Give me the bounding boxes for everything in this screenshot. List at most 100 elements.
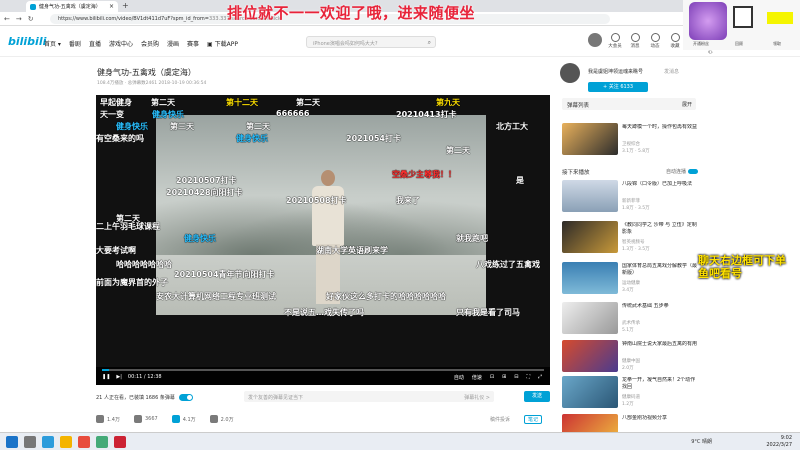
browser-tab[interactable]: 健身气功-五禽戏（虞定海） × [26,1,118,12]
weather-widget[interactable]: 9°C 晴朗 [691,438,712,445]
favorite-button[interactable]: 4.1万 [171,415,196,423]
danmaku-send-bar: 21 人正在看，已装填 1686 条弹幕 发个友善的弹幕见证当下 弹幕礼仪 > … [96,390,550,404]
video-title: 健身气功-五禽戏（虞定海） [97,68,196,77]
time-display: 00:11 / 12:38 [127,374,162,380]
rec-item[interactable]: 每天蹲模一个时，操作包再有效益 卫视综合 3.1万 · 5.8万 [562,123,698,155]
progress-bar[interactable] [102,369,544,371]
user-avatar[interactable] [588,33,602,55]
nav-home[interactable]: 首页 ▾ [44,39,61,48]
close-tab-icon[interactable]: × [109,3,114,10]
fullscreen-icon[interactable]: ⤢ [538,374,542,381]
bilibili-logo[interactable]: bilibili [8,35,46,48]
danmaku-etiquette-link[interactable]: 弹幕礼仪 > [464,394,490,401]
danmaku-comment: 健身快乐 [116,122,148,131]
star-icon [171,415,180,423]
danmaku-toggle[interactable] [178,393,193,401]
speed-button[interactable]: 倍速 [472,374,482,381]
danmaku-comment: 北方工大 [496,122,528,131]
rec-thumbnail [562,340,618,372]
coin-icon [133,415,142,423]
nav-games[interactable]: 游戏中心 [109,39,133,48]
danmaku-comment: 早起健身 [100,98,132,107]
coin-button[interactable]: 3667 [133,415,158,423]
danmaku-comment: 第二天 [246,122,270,131]
next-icon[interactable]: ▶| [116,374,122,380]
like-button[interactable]: 1.4万 [96,415,120,423]
video-player[interactable]: 早起健身 第二天 第十二天 第二天 第九天 天一变 健身快乐 666666 20210413打卡… [96,95,550,385]
tab-title: 健身气功-五禽戏（虞定海） [39,4,101,10]
rec-item[interactable]: 八部金刚功视频分享 [562,414,698,432]
settings-icon[interactable]: ⊞ [502,374,506,381]
danmaku-comment: 20210504青年节向阳打卡 [174,270,275,279]
stream-app-icon[interactable] [114,436,126,448]
rec-item[interactable]: 《教同同学之 沙带 与 立伍》定制影象 智英视频号 1.3万 · 3.5万 [562,221,698,253]
video-meta: 108.4万播放 · 总弹幕数2461 2018-10-19 00:36:54 [97,81,207,86]
search-taskbar-icon[interactable] [24,436,36,448]
new-tab-button[interactable]: + [122,1,129,10]
note-button[interactable]: 笔记 [523,414,542,424]
danmaku-comment: 只有我是看了司马 [456,308,520,317]
favorites-icon[interactable]: 收藏 [668,33,682,55]
danmaku-comment: 第二天 [446,146,470,155]
next-up-row: 接下来播放 自动连播 [562,168,698,176]
nav-manga[interactable]: 漫画 [167,39,179,48]
share-button[interactable]: 2.0万 [209,415,234,423]
danmaku-input[interactable]: 发个友善的弹幕见证当下 弹幕礼仪 > [244,391,494,402]
forward-icon[interactable]: → [16,15,22,23]
rec-item[interactable]: 国家体育总局五禽戏分解教学（最新版） 运动健康 3.4万 [562,262,698,294]
danmaku-comment: 安农大计算机网络工程专业班测试 [156,292,276,301]
danmaku-comment: 有空桑来的吗 [96,134,144,143]
folder-icon[interactable] [60,436,72,448]
danmaku-comment: 健身快乐 [236,134,268,143]
report-link[interactable]: 稿件投诉 [490,416,510,423]
clock[interactable]: 9:02 2022/3/27 [766,435,792,449]
uploader-avatar[interactable] [560,63,580,83]
send-message-link[interactable]: 发消息 [664,68,679,75]
uploader-name[interactable]: 我是虞姐坤领运魂来瞧号 [588,68,643,75]
nav-live[interactable]: 直播 [89,39,101,48]
rec-item[interactable]: 八段锦（口令版）已加上呼吸法 新新菲菲 1.8万 · 3.5万 [562,180,698,212]
nav-anime[interactable]: 番剧 [69,39,81,48]
search-input[interactable]: iPhone演唱会吗如何吗大大? ⌕ [306,36,436,48]
app-icon[interactable] [78,436,90,448]
search-icon[interactable]: ⌕ [428,39,431,47]
dynamic-icon[interactable]: 动态 [648,33,662,55]
autoplay-toggle[interactable]: 自动连播 [666,168,698,175]
edge-icon[interactable] [42,436,54,448]
rec-item[interactable]: 传统武术基础 五步拳 武术传承 5.1万 [562,302,698,334]
rec-thumbnail [562,376,618,408]
rec-item[interactable]: 龙拳一开，凝气自然来！2个动作找回 健康码道 1.2万 [562,376,698,408]
pip-icon[interactable]: ⊟ [514,374,518,381]
reload-icon[interactable]: ↻ [28,15,34,23]
danmaku-comment: 第二天 [296,98,320,107]
stream-corner-widget: 开通粉丝 回顾 领取 [683,0,800,50]
quality-button[interactable]: 自动 [454,374,464,381]
rec-item[interactable]: 钟南山院士说大家最后五禽的有用 健康中国 2.0万 [562,340,698,372]
danmaku-list-header[interactable]: 弹幕列表 展开 [562,98,696,110]
message-icon[interactable]: 消息 [628,33,642,55]
side-sticker: 聊天右边框可下单 鱼吧看号 [698,254,786,280]
danmaku-comment: 健身快乐 [184,234,216,243]
danmaku-comment: 第九天 [436,98,460,107]
danmaku-comment: 不是说五…戏失传了吗 [284,308,364,317]
danmaku-comment: 第三天 [170,122,194,131]
follow-button[interactable]: + 关注 6133 [588,82,648,92]
send-danmaku-button[interactable]: 发送 [524,391,550,402]
subtitle-icon[interactable]: ⊡ [490,374,494,381]
start-icon[interactable] [6,436,18,448]
chrome-icon[interactable] [96,436,108,448]
danmaku-comment: 就我跑吧 [456,234,488,243]
vip-icon[interactable]: 大会员 [608,33,622,55]
expand-icon[interactable]: 展开 [682,101,692,108]
browser-nav: ← → ↻ [4,15,34,23]
danmaku-comment: 2021054打卡 [346,134,401,143]
nav-shop[interactable]: 会员购 [141,39,159,48]
back-icon[interactable]: ← [4,15,10,23]
nav-download-app[interactable]: ▣ 下载APP [207,39,238,48]
rec-thumbnail [562,262,618,294]
nav-esports[interactable]: 赛事 [187,39,199,48]
play-icon[interactable]: ❚❚ [102,374,110,380]
danmaku-comment: 666666 [276,109,310,118]
widescreen-icon[interactable]: ⛶ [526,374,530,381]
danmaku-comment: 20210428向阳打卡 [166,188,243,197]
